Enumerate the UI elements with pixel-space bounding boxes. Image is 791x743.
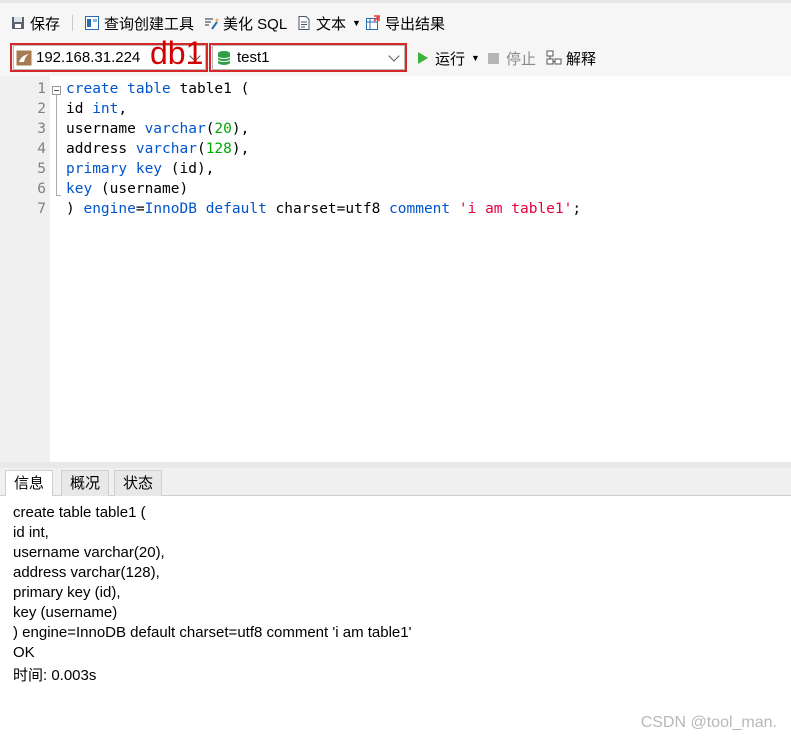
sql-keyword: engine xyxy=(83,201,136,217)
line-number: 2 xyxy=(37,101,46,117)
output-line: id int, xyxy=(13,524,49,541)
database-highlight-box xyxy=(209,43,407,72)
output-line: create table table1 ( xyxy=(13,504,146,521)
result-tabs: 信息 概况 状态 xyxy=(0,468,791,497)
watermark: CSDN @tool_man. xyxy=(640,714,777,731)
text-label: 文本 xyxy=(316,15,347,33)
query-builder-button[interactable]: 查询创建工具 xyxy=(84,12,194,34)
code-line: id int, xyxy=(66,101,127,117)
sql-string: 'i am table1' xyxy=(458,201,573,217)
sql-type: varchar xyxy=(135,141,197,157)
play-icon xyxy=(418,52,428,64)
export-label: 导出结果 xyxy=(385,15,446,33)
sql-keyword: InnoDB default xyxy=(144,201,267,217)
export-results-button[interactable]: 导出结果 xyxy=(365,12,445,34)
sql-type: varchar xyxy=(144,121,206,137)
annotation-text: db1 xyxy=(150,35,204,71)
line-number: 7 xyxy=(37,201,46,217)
document-icon xyxy=(296,15,312,31)
run-label: 运行 xyxy=(435,50,466,68)
save-icon xyxy=(10,15,26,31)
line-number: 4 xyxy=(37,141,46,157)
code-line: address varchar(128), xyxy=(66,141,249,157)
explain-button[interactable]: 解释 xyxy=(546,47,596,69)
code-line: key (username) xyxy=(66,181,188,197)
sql-keyword: create table xyxy=(66,81,171,97)
sql-identifier: charset=utf8 xyxy=(266,201,390,217)
text-menu-button[interactable]: 文本 ▼ xyxy=(296,12,361,34)
code-line: username varchar(20), xyxy=(66,121,249,137)
main-toolbar: 保存 查询创建工具 美化 SQL 文本 ▼ 导出结果 xyxy=(0,0,791,40)
sql-punct: ), xyxy=(231,141,250,157)
save-label: 保存 xyxy=(30,15,61,33)
query-builder-label: 查询创建工具 xyxy=(104,15,195,33)
tab-overview[interactable]: 概况 xyxy=(61,470,110,496)
output-line: OK xyxy=(13,644,35,661)
beautify-label: 美化 SQL xyxy=(223,15,288,33)
line-number: 3 xyxy=(37,121,46,137)
sql-type: int xyxy=(92,101,119,117)
output-line: key (username) xyxy=(13,604,118,621)
dropdown-arrow-icon: ▼ xyxy=(352,18,361,28)
explain-label: 解释 xyxy=(566,50,597,68)
sql-identifier: username xyxy=(66,121,145,137)
output-line: ) engine=InnoDB default charset=utf8 com… xyxy=(13,624,412,641)
run-button[interactable]: 运行 ▼ xyxy=(418,47,480,69)
fold-guide xyxy=(56,95,57,195)
stop-label: 停止 xyxy=(506,50,537,68)
output-line: address varchar(128), xyxy=(13,564,160,581)
line-number: 1 xyxy=(37,81,46,97)
stop-button[interactable]: 停止 xyxy=(488,47,536,69)
explain-icon xyxy=(546,50,562,66)
code-line: create table table1 ( xyxy=(66,81,249,97)
beautify-icon xyxy=(203,15,219,31)
fold-guide-end xyxy=(56,195,61,196)
sql-punct: ; xyxy=(572,201,582,217)
sql-keyword: primary key xyxy=(66,161,163,177)
code-line: primary key (id), xyxy=(66,161,214,177)
sql-keyword: comment xyxy=(389,201,459,217)
connection-toolbar: 192.168.31.224 test1 运行 ▼ 停止 解释 xyxy=(0,40,791,76)
sql-keyword: key xyxy=(66,181,93,197)
output-line: username varchar(20), xyxy=(13,544,165,561)
export-icon xyxy=(365,15,381,31)
fold-toggle-icon[interactable] xyxy=(52,86,61,95)
save-button[interactable]: 保存 xyxy=(10,12,60,34)
sql-identifier: (id), xyxy=(162,161,215,177)
sql-punct: ( xyxy=(196,141,206,157)
sql-punct: , xyxy=(118,101,128,117)
sql-identifier: id xyxy=(66,101,93,117)
beautify-sql-button[interactable]: 美化 SQL xyxy=(203,12,287,34)
stop-icon xyxy=(488,52,499,64)
sql-punct: ), xyxy=(231,121,250,137)
sql-punct: ) xyxy=(66,201,84,217)
sql-identifier: table1 ( xyxy=(170,81,250,97)
output-line: 时间: 0.003s xyxy=(13,667,97,684)
tab-info[interactable]: 信息 xyxy=(5,470,54,497)
line-number: 6 xyxy=(37,181,46,197)
sql-identifier: address xyxy=(66,141,136,157)
sql-punct: = xyxy=(135,201,145,217)
output-line: primary key (id), xyxy=(13,584,121,601)
line-number: 5 xyxy=(37,161,46,177)
message-output: create table table1 ( id int, username v… xyxy=(0,496,791,743)
dropdown-arrow-icon: ▼ xyxy=(471,53,480,63)
tab-status[interactable]: 状态 xyxy=(114,470,163,496)
line-number-gutter: 1 2 3 4 5 6 7 xyxy=(0,76,50,462)
sql-number: 128 xyxy=(205,141,232,157)
sql-identifier: (username) xyxy=(92,181,189,197)
code-line: ) engine=InnoDB default charset=utf8 com… xyxy=(66,201,581,217)
toolbar-divider xyxy=(72,15,73,31)
query-builder-icon xyxy=(84,15,100,31)
sql-number: 20 xyxy=(214,121,232,137)
